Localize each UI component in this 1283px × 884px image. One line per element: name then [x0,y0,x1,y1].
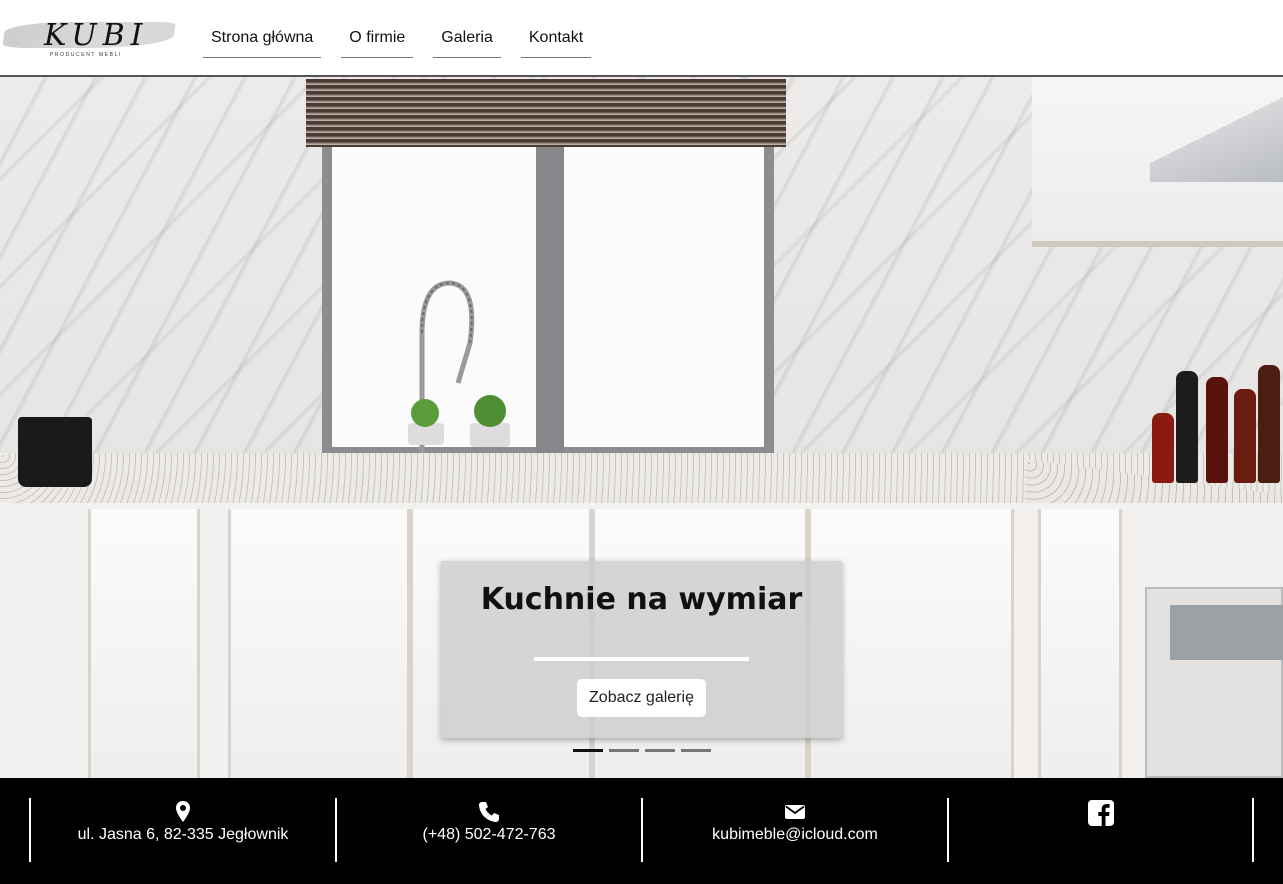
faucet-image [408,280,510,453]
cabinet-door [228,509,410,778]
bottle-image [1176,371,1198,483]
nav-item-about[interactable]: O firmie [341,27,414,58]
address-text: ul. Jasna 6, 82-335 Jegłownik [77,826,289,843]
map-pin-icon [176,801,190,822]
kubi-logo[interactable]: KUBI PRODUCENT MEBLI [2,18,176,60]
cabinet-door [88,509,200,778]
facebook-icon[interactable] [1087,800,1114,826]
nav-item-home[interactable]: Strona główna [203,27,322,58]
hero-title: Kuchnie na wymiar [480,582,803,617]
nav-item-gallery[interactable]: Galeria [433,27,501,58]
hero-title-underline [534,657,749,661]
phone-text: (+48) 502-472-763 [422,826,556,843]
site-header: KUBI PRODUCENT MEBLI Strona główna O fir… [0,0,1283,77]
nav-item-contact[interactable]: Kontakt [520,27,592,58]
oven-control-panel [1170,605,1283,660]
footer-address[interactable]: ul. Jasna 6, 82-335 Jegłownik [29,798,335,862]
carousel-indicator-3[interactable] [645,749,675,752]
utensil-holder [18,417,92,487]
footer-phone[interactable]: (+48) 502-472-763 [335,798,641,862]
bottle-image [1234,389,1256,483]
hero-caption-card: Kuchnie na wymiar Zobacz galerię [441,561,842,738]
email-text: kubimeble@icloud.com [712,826,878,843]
hero-carousel: Kuchnie na wymiar Zobacz galerię [0,77,1283,778]
carousel-indicator-2[interactable] [609,749,639,752]
footer-social [947,798,1252,862]
drawer-stack [1038,509,1122,778]
carousel-indicator-1[interactable] [573,749,603,752]
logo-wordmark: KUBI [44,18,149,53]
bottle-image [1152,413,1174,483]
bottle-image [1206,377,1228,483]
logo-tagline: PRODUCENT MEBLI [50,52,122,58]
footer-email[interactable]: kubimeble@icloud.com [641,798,947,862]
window-blinds [306,79,786,147]
window-mullion [536,137,564,457]
envelope-icon [785,805,805,819]
view-gallery-button[interactable]: Zobacz galerię [577,679,706,717]
carousel-indicators [573,749,717,752]
phone-icon [479,802,499,822]
carousel-indicator-4[interactable] [681,749,711,752]
bottle-image [1258,365,1280,483]
footer-divider [1252,798,1254,862]
main-nav: Strona główna O firmie Galeria Kontakt [203,0,611,77]
site-footer: ul. Jasna 6, 82-335 Jegłownik (+48) 502-… [0,778,1283,884]
